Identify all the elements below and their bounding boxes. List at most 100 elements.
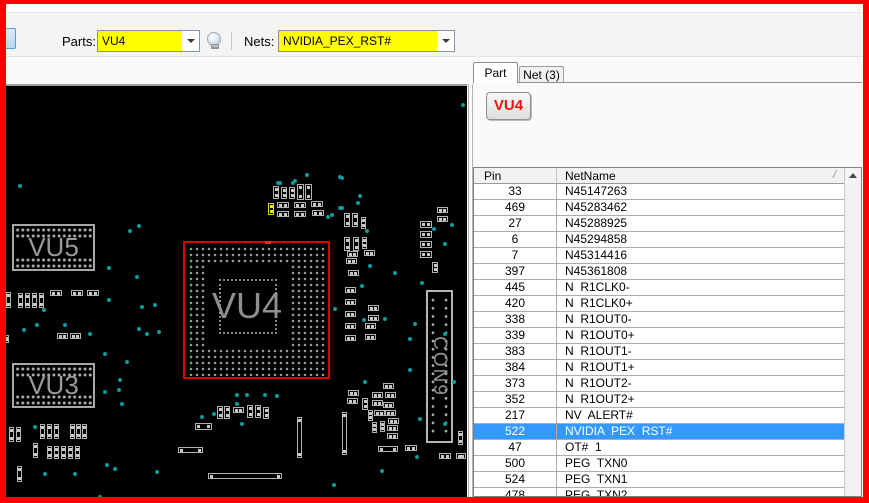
table-row[interactable]: 478 PEG TXN2 (474, 488, 844, 496)
netname-cell: N45283462 (565, 200, 628, 214)
nets-combobox-dropdown-button[interactable] (437, 31, 454, 51)
part-vu4-button[interactable]: VU4 (486, 92, 531, 120)
table-row[interactable]: 500 PEG TXN0 (474, 456, 844, 472)
component-label: CON9 (429, 336, 451, 397)
net-dot (383, 317, 387, 321)
netname-cell: N45288925 (565, 216, 628, 230)
net-dot (212, 412, 216, 416)
net-dot (358, 194, 362, 198)
chevron-down-icon (186, 39, 195, 43)
net-dot (137, 327, 141, 331)
netname-column-header[interactable]: NetName / (557, 168, 844, 183)
small-component (420, 251, 432, 258)
table-row[interactable]: 522 NVIDIA PEX RST# (474, 424, 844, 440)
small-component (247, 405, 253, 418)
pin-cell: 6 (474, 232, 557, 247)
netname-cell: N R1OUT2- (565, 376, 632, 390)
net-dot (443, 332, 447, 336)
parts-combobox-value[interactable]: VU4 (98, 31, 182, 51)
net-dot (33, 425, 37, 429)
table-row[interactable]: 217 NV ALERT# (474, 408, 844, 424)
tab-part[interactable]: Part (473, 62, 518, 83)
pin-cell: 500 (474, 456, 557, 471)
small-component (347, 398, 358, 404)
small-component-highlighted (268, 203, 274, 215)
chevron-up-icon (849, 173, 857, 178)
nets-combobox[interactable]: NVIDIA_PEX_RST# (278, 30, 455, 52)
table-row[interactable]: 338 N R1OUT0- (474, 312, 844, 328)
component-vu4-highlighted[interactable]: VU4 (183, 241, 330, 379)
net-dot (118, 378, 122, 382)
net-dot (155, 470, 159, 474)
lightbulb-icon[interactable] (207, 32, 223, 53)
component-con9[interactable]: CON9 (426, 290, 453, 443)
net-dot (408, 337, 412, 341)
table-row[interactable]: 384 N R1OUT1+ (474, 360, 844, 376)
small-component (344, 213, 350, 227)
small-component (383, 402, 394, 408)
small-component (178, 447, 203, 453)
app-window: Parts: VU4 Nets: NVIDIA_PEX_RST# VU5 VU3… (0, 0, 869, 503)
table-row[interactable]: 352 N R1OUT2+ (474, 392, 844, 408)
netname-cell: OT# 1 (565, 440, 602, 454)
net-dot (73, 472, 77, 476)
small-component (305, 184, 312, 200)
parts-combobox-dropdown-button[interactable] (182, 31, 199, 51)
small-component (348, 270, 359, 276)
net-dot (125, 360, 129, 364)
small-component (345, 299, 356, 305)
bga-center: VU4 (205, 265, 289, 347)
pcb-canvas[interactable]: VU5 VU3 VU4 CON9 (6, 84, 467, 497)
table-row[interactable]: 33 N45147263 (474, 184, 844, 200)
pin-cell: 522 (474, 424, 557, 439)
table-row[interactable]: 469 N45283462 (474, 200, 844, 216)
component-label: VU3 (28, 370, 79, 400)
table-row[interactable]: 27 N45288925 (474, 216, 844, 232)
component-vu3[interactable]: VU3 (12, 363, 95, 408)
table-row[interactable]: 6 N45294858 (474, 232, 844, 248)
pin-cell: 47 (474, 440, 557, 455)
small-component (50, 290, 62, 296)
table-row[interactable]: 373 N R1OUT2- (474, 376, 844, 392)
table-scrollbar[interactable] (844, 168, 861, 496)
small-component (388, 418, 399, 424)
small-component (385, 410, 396, 416)
parts-combobox[interactable]: VU4 (97, 30, 200, 52)
pin-cell: 339 (474, 328, 557, 343)
small-component (387, 425, 398, 431)
small-component (25, 293, 30, 308)
net-dot (35, 323, 39, 327)
table-row[interactable]: 445 N R1CLK0- (474, 280, 844, 296)
small-component (281, 187, 287, 199)
net-dot (418, 417, 422, 421)
pin-cell: 383 (474, 344, 557, 359)
scrollbar-up-button[interactable] (845, 168, 861, 183)
pin-column-header[interactable]: Pin (474, 168, 557, 183)
small-component (61, 446, 66, 459)
net-dot (107, 298, 111, 302)
pin-cell: 373 (474, 376, 557, 391)
netname-cell: N R1OUT1- (565, 344, 632, 358)
table-body: 33 N45147263 469 N45283462 27 N45288925 6 N4529… (474, 184, 844, 496)
table-row[interactable]: 397 N45361808 (474, 264, 844, 280)
table-row[interactable]: 383 N R1OUT1- (474, 344, 844, 360)
net-dot (235, 393, 239, 397)
net-dot (42, 308, 46, 312)
table-row[interactable]: 339 N R1OUT0+ (474, 328, 844, 344)
small-component (57, 333, 68, 339)
table-row[interactable]: 524 PEG TXN1 (474, 472, 844, 488)
small-component (87, 290, 99, 296)
table-row[interactable]: 47 OT# 1 (474, 440, 844, 456)
net-dot (157, 330, 161, 334)
table-row[interactable]: 420 N R1CLK0+ (474, 296, 844, 312)
nets-combobox-value[interactable]: NVIDIA_PEX_RST# (279, 31, 437, 51)
net-dot (332, 483, 336, 487)
net-dot (305, 173, 309, 177)
component-vu5[interactable]: VU5 (12, 224, 95, 271)
small-component (217, 406, 223, 419)
small-component (311, 201, 323, 207)
small-component (420, 221, 432, 228)
table-row[interactable]: 7 N45314416 (474, 248, 844, 264)
tab-net[interactable]: Net (3) (519, 66, 564, 82)
pin-cell: 478 (474, 488, 557, 496)
